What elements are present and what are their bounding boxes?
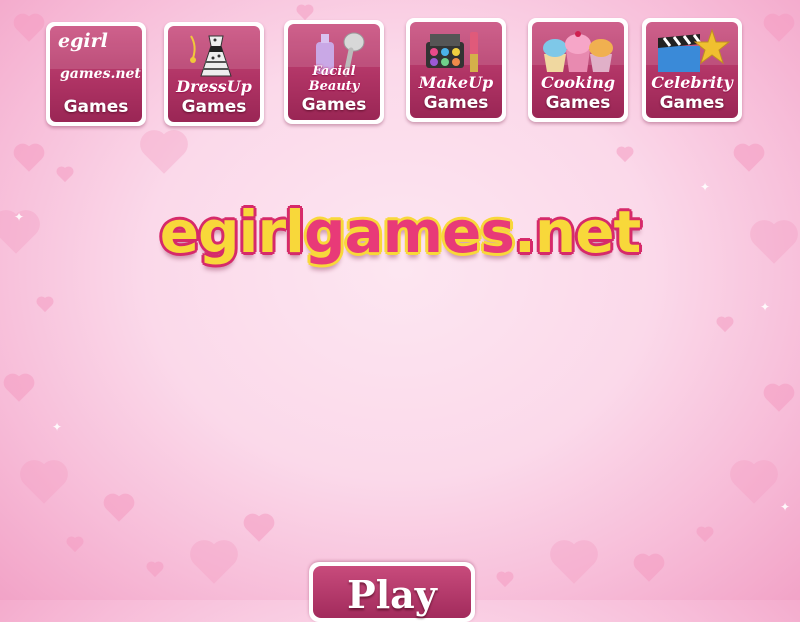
makeup-palette-icon <box>426 32 478 72</box>
tile-label: Games <box>301 95 367 115</box>
logo-part-egirl: egirl <box>159 198 305 266</box>
heart-decoration <box>734 464 774 504</box>
sparkle-icon: ✦ <box>52 420 63 434</box>
heart-decoration <box>67 537 83 553</box>
heart-decoration <box>717 317 733 333</box>
heart-decoration <box>24 464 64 504</box>
tile-label: Games <box>545 93 611 113</box>
heart-decoration <box>144 134 184 174</box>
heart-decoration <box>736 146 762 172</box>
heart-decoration <box>246 516 272 542</box>
heart-decoration <box>147 562 163 578</box>
heart-decoration <box>497 572 513 588</box>
brand-logo-subtext: games.net <box>60 66 141 82</box>
nav-tile-dressup[interactable]: DressUp Games <box>164 22 264 126</box>
heart-decoration <box>6 376 32 402</box>
sparkle-icon: ✦ <box>700 180 711 194</box>
heart-decoration <box>37 297 53 313</box>
nav-tile-makeup[interactable]: MakeUp Games <box>406 18 506 122</box>
heart-decoration <box>16 146 42 172</box>
tile-label: Games <box>423 93 489 113</box>
heart-decoration <box>194 544 234 584</box>
nav-tile-cooking[interactable]: Cooking Games <box>528 18 628 122</box>
tile-label: Games <box>659 93 725 113</box>
heart-decoration <box>57 167 73 183</box>
tile-category: DressUp <box>176 77 252 96</box>
tile-category: Cooking <box>540 73 616 92</box>
heart-decoration <box>106 496 132 522</box>
heart-decoration <box>766 386 792 412</box>
tile-category: Facial Beauty <box>308 64 360 94</box>
tile-label: Games <box>63 97 129 117</box>
cupcake-icon <box>543 31 613 72</box>
heart-decoration <box>697 527 713 543</box>
dress-icon <box>190 35 232 77</box>
site-logo: egirlgames.net <box>0 198 800 266</box>
heart-decoration <box>636 556 662 582</box>
logo-part-games: games <box>303 198 515 266</box>
heart-decoration <box>16 16 42 42</box>
heart-decoration <box>766 16 792 42</box>
nav-tile-egirlgames[interactable]: egirl games.net Games <box>46 22 146 126</box>
heart-decoration <box>554 544 594 584</box>
category-nav: egirl games.net Games DressUp Games Faci… <box>46 16 756 128</box>
nav-tile-facial-beauty[interactable]: Facial Beauty Games <box>284 20 384 124</box>
tile-category: MakeUp <box>418 73 494 92</box>
sparkle-icon: ✦ <box>780 500 791 514</box>
play-button[interactable]: Play <box>309 562 475 622</box>
sparkle-icon: ✦ <box>760 300 771 314</box>
heart-decoration <box>617 147 633 163</box>
logo-part-net: .net <box>513 198 641 266</box>
nav-tile-celebrity[interactable]: Celebrity Games <box>642 18 742 122</box>
play-button-label: Play <box>347 572 437 617</box>
brand-logo-text: egirl <box>58 30 108 52</box>
tile-label: Games <box>181 97 247 117</box>
clapperboard-star-icon <box>658 28 731 72</box>
tile-category: Celebrity <box>651 73 733 92</box>
